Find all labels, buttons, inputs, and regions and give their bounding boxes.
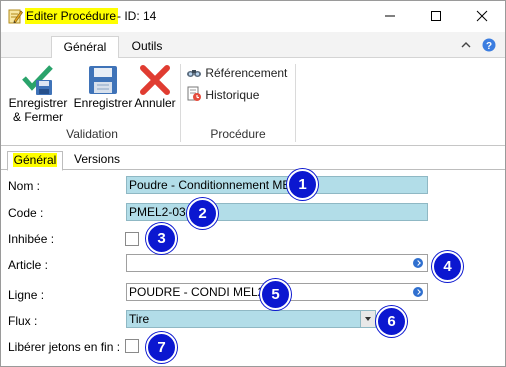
save-button[interactable]: Enregistrer <box>73 64 133 110</box>
title-bar: Editer Procédure - ID: 14 <box>1 1 505 31</box>
history-button[interactable]: Historique <box>186 86 259 103</box>
floppy-disk-icon <box>89 66 117 94</box>
referencing-label: Référencement <box>205 66 288 80</box>
callout-badge-1: 1 <box>287 169 318 200</box>
close-icon <box>476 10 488 22</box>
article-field[interactable] <box>126 254 428 272</box>
ligne-label: Ligne : <box>8 288 45 302</box>
callout-badge-7: 7 <box>146 332 177 363</box>
callout-badge-4: 4 <box>432 251 463 282</box>
ribbon-tab-general[interactable]: Général <box>51 36 119 59</box>
maximize-button[interactable] <box>413 1 459 31</box>
article-lookup-icon[interactable] <box>413 258 423 268</box>
help-icon[interactable]: ? <box>482 38 496 52</box>
inhibee-label: Inhibée : <box>8 232 55 246</box>
flux-selected-value: Tire <box>129 312 150 326</box>
flux-label: Flux : <box>8 314 38 328</box>
group-label-procedure: Procédure <box>210 127 266 141</box>
group-label-validation: Validation <box>66 127 118 141</box>
cancel-button[interactable]: Annuler <box>134 64 176 110</box>
collapse-ribbon-icon[interactable] <box>461 41 471 49</box>
maximize-icon <box>431 11 441 21</box>
window-title: Editer Procédure <box>25 8 119 24</box>
svg-text:?: ? <box>486 41 492 52</box>
tab-versions[interactable]: Versions <box>74 151 120 169</box>
tab-general-label: Général <box>12 153 58 167</box>
save-close-label-2: & Fermer <box>12 110 63 124</box>
callout-badge-5: 5 <box>260 279 291 310</box>
cancel-label: Annuler <box>134 96 176 110</box>
close-button[interactable] <box>459 1 505 31</box>
liberer-label: Libérer jetons en fin : <box>8 340 121 354</box>
history-label: Historique <box>205 88 260 102</box>
group-separator-2 <box>295 64 296 142</box>
callout-badge-6: 6 <box>376 306 407 337</box>
chevron-down-icon[interactable] <box>360 311 375 327</box>
tab-general[interactable]: Général <box>7 151 63 171</box>
minimize-button[interactable] <box>367 1 413 31</box>
code-field[interactable]: PMEL2-03 <box>126 203 428 221</box>
nom-field[interactable]: Poudre - Conditionnement MEL2 <box>126 176 428 194</box>
save-close-label-1: Enregistrer <box>8 96 68 110</box>
form-tab-bar: Général Versions <box>1 147 505 171</box>
ribbon-panel: Enregistrer & Fermer Enregistrer Annuler… <box>1 58 505 146</box>
minimize-icon <box>385 15 395 17</box>
save-label: Enregistrer <box>73 96 133 110</box>
callout-badge-2: 2 <box>187 198 218 229</box>
save-and-close-button[interactable]: Enregistrer & Fermer <box>7 64 69 124</box>
code-label: Code : <box>8 206 44 220</box>
nom-label: Nom : <box>8 179 41 193</box>
flux-select[interactable]: Tire <box>126 310 376 328</box>
ligne-lookup-icon[interactable] <box>413 287 423 297</box>
cancel-x-icon <box>140 65 170 95</box>
window-title-id: - ID: 14 <box>117 9 157 23</box>
save-close-icon <box>22 65 53 95</box>
edit-document-icon <box>8 9 23 24</box>
edit-procedure-window: Editer Procédure - ID: 14 Général Outils… <box>0 0 506 367</box>
ribbon-tab-bar: Général Outils ? <box>1 32 505 59</box>
binoculars-icon <box>187 70 201 77</box>
ribbon-tab-outils[interactable]: Outils <box>125 36 169 57</box>
liberer-checkbox[interactable] <box>125 339 139 353</box>
inhibee-checkbox[interactable] <box>125 232 139 246</box>
callout-badge-3: 3 <box>146 223 177 254</box>
article-label: Article : <box>8 258 49 272</box>
history-icon <box>187 86 201 101</box>
referencing-button[interactable]: Référencement <box>186 65 287 81</box>
